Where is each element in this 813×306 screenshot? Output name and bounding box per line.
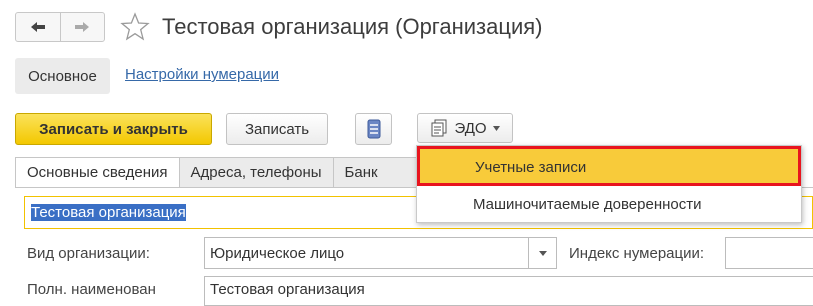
menu-item-machine-readable-poa[interactable]: Машиночитаемые доверенности — [417, 188, 801, 222]
favorite-button[interactable] — [120, 12, 150, 42]
back-button[interactable] — [16, 13, 60, 41]
selected-text: Тестовая организация — [31, 204, 186, 221]
document-stack-icon — [431, 119, 447, 137]
org-type-select[interactable]: Юридическое лицо — [204, 237, 557, 269]
tab-main-info[interactable]: Основные сведения — [15, 157, 180, 188]
org-type-label: Вид организации: — [27, 245, 150, 262]
section-numbering-settings-link[interactable]: Настройки нумерации — [125, 66, 279, 83]
org-type-value: Юридическое лицо — [210, 244, 345, 262]
tab-addresses-phones[interactable]: Адреса, телефоны — [179, 157, 334, 188]
edo-button-label: ЭДО — [454, 119, 487, 137]
chevron-down-icon — [538, 250, 547, 256]
page-title: Тестовая организация (Организация) — [162, 14, 543, 39]
menu-item-accounts[interactable]: Учетные записи — [417, 146, 801, 186]
save-button[interactable]: Записать — [226, 113, 328, 145]
chevron-down-icon — [492, 125, 500, 131]
list-button[interactable] — [355, 113, 392, 145]
full-name-label: Полн. наименован — [27, 281, 156, 298]
star-icon — [120, 12, 150, 41]
full-name-input[interactable]: Тестовая организация — [204, 276, 813, 306]
numbering-index-input[interactable] — [725, 237, 813, 269]
list-icon — [367, 119, 380, 139]
edo-dropdown-menu: Учетные записи Машиночитаемые довереннос… — [416, 145, 802, 223]
edo-menu-button[interactable]: ЭДО — [417, 113, 513, 143]
form-tabs: Основные сведения Адреса, телефоны Банк — [15, 157, 419, 188]
forward-button[interactable] — [59, 13, 105, 41]
numbering-index-label: Индекс нумерации: — [569, 245, 705, 262]
history-nav — [15, 12, 105, 42]
org-type-dropdown-button[interactable] — [528, 238, 556, 268]
tab-bank[interactable]: Банк — [333, 157, 419, 188]
section-main[interactable]: Основное — [15, 58, 110, 94]
arrow-right-icon — [75, 22, 90, 32]
arrow-left-icon — [30, 22, 45, 32]
save-and-close-button[interactable]: Записать и закрыть — [15, 113, 212, 145]
